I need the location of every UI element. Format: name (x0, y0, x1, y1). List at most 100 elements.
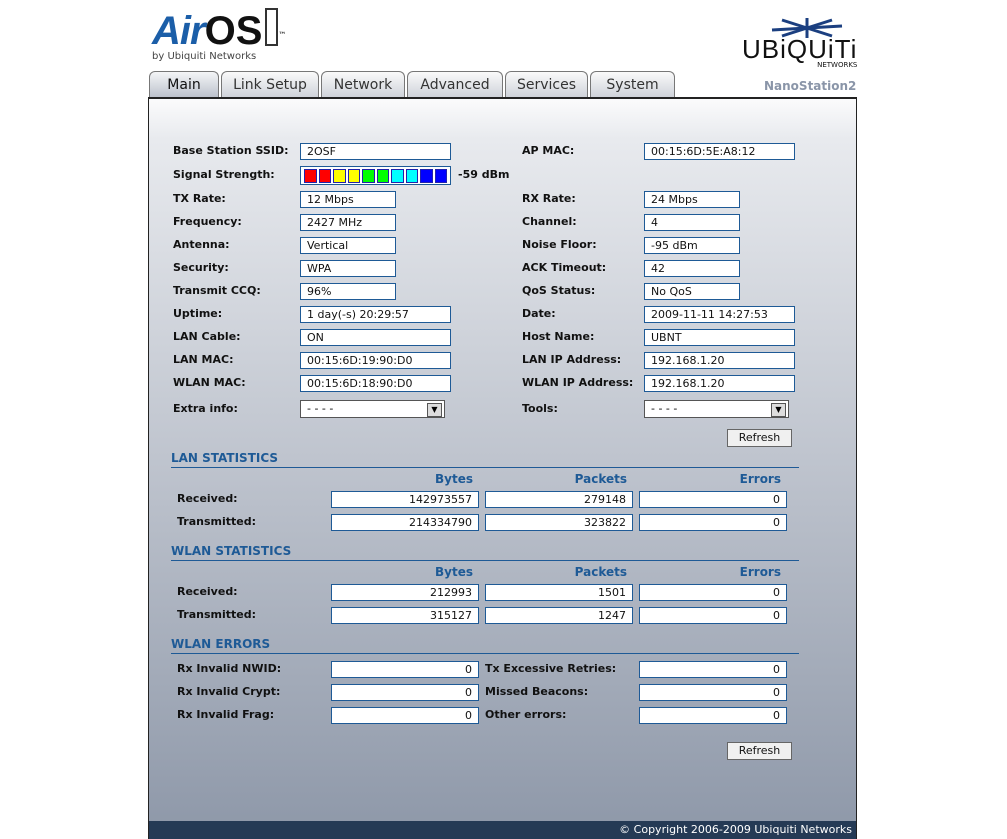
tools-value: - - - - (651, 402, 678, 415)
host-name-label: Host Name: (522, 330, 595, 343)
wlan-error-value: 0 (639, 707, 787, 724)
row-label-received: Received: (177, 585, 238, 598)
ack-timeout-field: 42 (644, 260, 740, 277)
wlan-error-value: 0 (331, 707, 479, 724)
column-header-bytes: Bytes (435, 565, 473, 579)
wlan-error-label: Rx Invalid Frag: (177, 708, 275, 721)
signal-bar (391, 169, 404, 183)
antenna-logo-icon (771, 18, 843, 38)
signal-bar (405, 169, 418, 183)
wlan-error-label: Missed Beacons: (485, 685, 589, 698)
base-station-ssid-field: 2OSF (300, 143, 451, 160)
wlan-error-label: Rx Invalid Crypt: (177, 685, 281, 698)
frequency-field: 2427 MHz (300, 214, 396, 231)
wlan-error-label: Rx Invalid NWID: (177, 662, 282, 675)
chevron-down-icon[interactable]: ▼ (427, 403, 442, 417)
tools-select[interactable]: - - - - ▼ (644, 400, 789, 418)
airos-logo: AirOS ™ by Ubiquiti Networks (152, 8, 286, 62)
lan-ip-address-label: LAN IP Address: (522, 353, 622, 366)
logo-os: OS (204, 9, 263, 53)
footer-copyright: © Copyright 2006-2009 Ubiquiti Networks (149, 821, 856, 839)
base-station-ssid-label: Base Station SSID: (173, 144, 289, 157)
lan-mac-label: LAN MAC: (173, 353, 234, 366)
uptime-label: Uptime: (173, 307, 223, 320)
signal-strength-meter (300, 166, 451, 185)
signal-bar (318, 169, 331, 183)
wlan-error-value: 0 (331, 684, 479, 701)
column-header-errors: Errors (739, 472, 781, 486)
rx-rate-label: RX Rate: (522, 192, 576, 205)
stat-value-packets: 323822 (485, 514, 633, 531)
qos-status-label: QoS Status: (522, 284, 596, 297)
wlan-mac-label: WLAN MAC: (173, 376, 246, 389)
security-label: Security: (173, 261, 229, 274)
lan-mac-field: 00:15:6D:19:90:D0 (300, 352, 451, 369)
extra-info-select[interactable]: - - - - ▼ (300, 400, 445, 418)
lan-stats-heading: LAN STATISTICS (171, 451, 799, 468)
wlan-error-label: Other errors: (485, 708, 567, 721)
tools-label: Tools: (522, 402, 558, 415)
uptime-field: 1 day(-s) 20:29:57 (300, 306, 451, 323)
extra-info-value: - - - - (307, 402, 334, 415)
tab-main[interactable]: Main (149, 71, 219, 99)
lan-cable-label: LAN Cable: (173, 330, 241, 343)
tab-advanced[interactable]: Advanced (407, 71, 503, 97)
noise-floor-label: Noise Floor: (522, 238, 597, 251)
date-field: 2009-11-11 14:27:53 (644, 306, 795, 323)
signal-bar (434, 169, 447, 183)
chevron-down-icon[interactable]: ▼ (771, 403, 786, 417)
signal-bar (333, 169, 346, 183)
wlan-error-value: 0 (331, 661, 479, 678)
antenna-label: Antenna: (173, 238, 230, 251)
host-name-field: UBNT (644, 329, 795, 346)
device-icon (265, 8, 279, 46)
wlan-stats-heading: WLAN STATISTICS (171, 544, 799, 561)
row-label-transmitted: Transmitted: (177, 515, 257, 528)
signal-dbm: -59 dBm (458, 168, 510, 181)
tab-network[interactable]: Network (321, 71, 405, 97)
tx-rate-label: TX Rate: (173, 192, 226, 205)
stat-value-packets: 1501 (485, 584, 633, 601)
qos-status-field: No QoS (644, 283, 740, 300)
frequency-label: Frequency: (173, 215, 242, 228)
noise-floor-field: -95 dBm (644, 237, 740, 254)
wlan-errors-heading: WLAN ERRORS (171, 637, 799, 654)
tab-link-setup[interactable]: Link Setup (221, 71, 319, 97)
signal-bar (362, 169, 375, 183)
wlan-ip-address-label: WLAN IP Address: (522, 376, 634, 389)
stat-value-errors: 0 (639, 607, 787, 624)
extra-info-label: Extra info: (173, 402, 238, 415)
device-model: NanoStation2 (764, 79, 857, 93)
ap-mac-field: 00:15:6D:5E:A8:12 (644, 143, 795, 160)
channel-label: Channel: (522, 215, 577, 228)
row-label-received: Received: (177, 492, 238, 505)
refresh-button-top[interactable]: Refresh (727, 429, 792, 447)
stat-value-bytes: 214334790 (331, 514, 479, 531)
stat-value-bytes: 212993 (331, 584, 479, 601)
column-header-packets: Packets (574, 472, 627, 486)
column-header-packets: Packets (574, 565, 627, 579)
main-panel (148, 97, 857, 839)
date-label: Date: (522, 307, 556, 320)
stat-value-errors: 0 (639, 491, 787, 508)
stat-value-errors: 0 (639, 514, 787, 531)
lan-cable-field: ON (300, 329, 451, 346)
refresh-button-bottom[interactable]: Refresh (727, 742, 792, 760)
row-label-transmitted: Transmitted: (177, 608, 257, 621)
antenna-field: Vertical (300, 237, 396, 254)
wlan-error-label: Tx Excessive Retries: (485, 662, 617, 675)
stat-value-errors: 0 (639, 584, 787, 601)
logo-air: Air (152, 9, 206, 53)
wlan-error-value: 0 (639, 684, 787, 701)
tab-services[interactable]: Services (505, 71, 588, 97)
wlan-ip-address-field: 192.168.1.20 (644, 375, 795, 392)
tab-system[interactable]: System (590, 71, 675, 97)
logo-by: by Ubiquiti Networks (152, 51, 257, 62)
ubiquiti-logo: UBiQUiTi NETWORKS (742, 18, 857, 69)
tx-rate-field: 12 Mbps (300, 191, 396, 208)
signal-bar (347, 169, 360, 183)
signal-strength-label: Signal Strength: (173, 168, 275, 181)
stat-value-bytes: 315127 (331, 607, 479, 624)
ack-timeout-label: ACK Timeout: (522, 261, 607, 274)
ap-mac-label: AP MAC: (522, 144, 575, 157)
